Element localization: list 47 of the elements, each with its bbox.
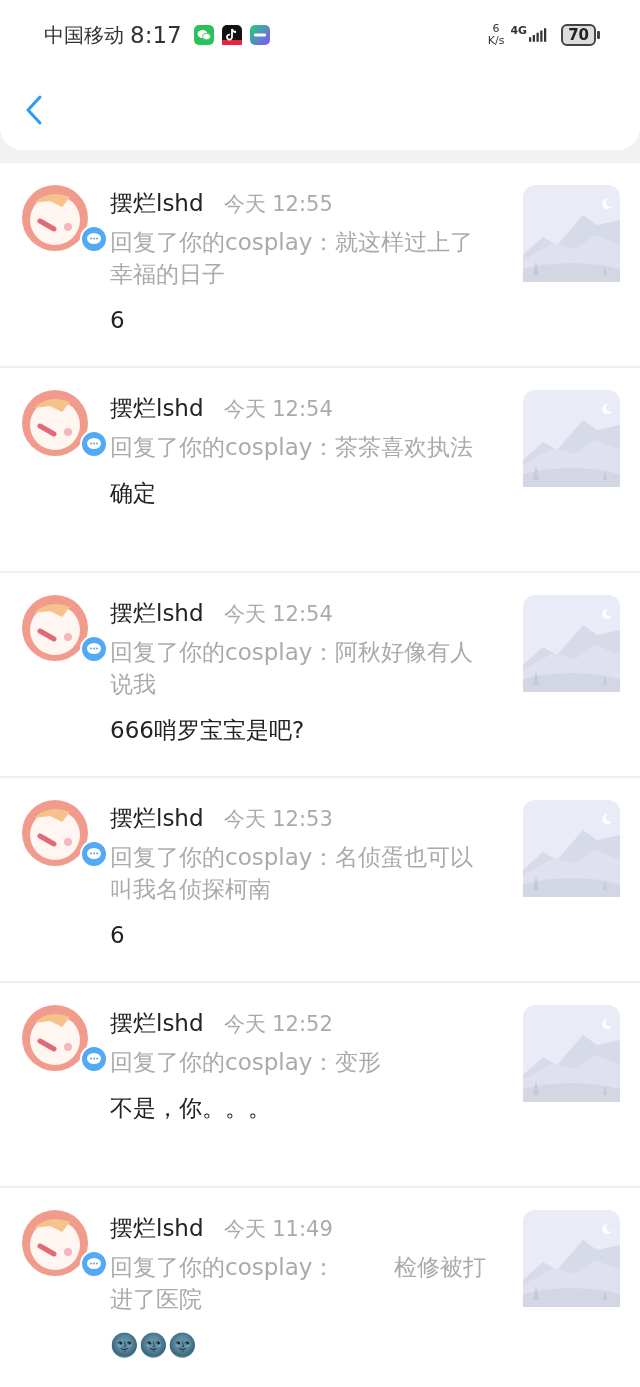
reply-text: 不是，你。。。 bbox=[110, 1094, 272, 1123]
quoted-comment: 回复了你的cosplay：变形 bbox=[110, 1048, 383, 1077]
user-name[interactable]: 摆烂lshd bbox=[110, 595, 204, 631]
reply-text: 🌚🌚🌚 bbox=[110, 1331, 198, 1360]
reply-text: 确定 bbox=[110, 479, 157, 508]
video-app-icon bbox=[249, 25, 270, 45]
chat-bubble-icon bbox=[80, 1250, 108, 1278]
speed-unit: K/s bbox=[487, 35, 505, 47]
user-name[interactable]: 摆烂lshd bbox=[110, 185, 204, 221]
music-note-app-icon bbox=[221, 25, 242, 45]
chat-bubble-icon bbox=[80, 1045, 108, 1073]
network-type: 4G bbox=[510, 24, 528, 37]
user-name[interactable]: 摆烂lshd bbox=[110, 800, 204, 836]
user-name[interactable]: 摆烂lshd bbox=[110, 1005, 204, 1041]
clock: 8:17 bbox=[130, 22, 182, 48]
quoted-comment: 回复了你的cosplay：就这样过上了幸福的日子 bbox=[110, 228, 475, 289]
user-name[interactable]: 摆烂lshd bbox=[110, 390, 204, 426]
comment-time: 今天 12:55 bbox=[223, 191, 333, 218]
chat-bubble-icon bbox=[80, 840, 108, 868]
quoted-comment: 回复了你的cosplay：名侦蛋也可以叫我名侦探柯南 bbox=[110, 843, 475, 904]
speed-value: 6 bbox=[492, 23, 500, 35]
chat-bubble-icon bbox=[80, 225, 108, 253]
reply-text: 6 bbox=[110, 306, 126, 335]
avatar[interactable] bbox=[22, 390, 88, 456]
comment-time: 今天 12:53 bbox=[223, 806, 333, 833]
back-icon[interactable] bbox=[24, 94, 44, 126]
quoted-comment: 回复了你的cosplay：阿秋好像有人说我 bbox=[110, 638, 475, 699]
comment-time: 今天 12:54 bbox=[223, 396, 333, 423]
chat-app-icon bbox=[193, 25, 214, 45]
chat-bubble-icon bbox=[80, 635, 108, 663]
chat-bubble-icon bbox=[80, 430, 108, 458]
battery-level: 70 bbox=[561, 24, 596, 46]
avatar[interactable] bbox=[22, 1210, 88, 1276]
user-name[interactable]: 摆烂lshd bbox=[110, 1210, 204, 1246]
comment-time: 今天 12:52 bbox=[223, 1011, 333, 1038]
quoted-comment: 回复了你的cosplay：茶茶喜欢执法 bbox=[110, 433, 475, 462]
avatar[interactable] bbox=[22, 800, 88, 866]
carrier-name: 中国移动 bbox=[44, 21, 124, 49]
comment-time: 今天 11:49 bbox=[223, 1216, 333, 1243]
reply-text: 6 bbox=[110, 921, 126, 950]
signal-icon bbox=[529, 27, 548, 43]
avatar[interactable] bbox=[22, 1005, 88, 1071]
avatar[interactable] bbox=[22, 595, 88, 661]
avatar[interactable] bbox=[22, 185, 88, 251]
quoted-comment: 回复了你的cosplay： 检修被打进了医院 bbox=[110, 1253, 487, 1314]
comment-time: 今天 12:54 bbox=[223, 601, 333, 628]
reply-text: 666哨罗宝宝是吧? bbox=[110, 716, 306, 745]
